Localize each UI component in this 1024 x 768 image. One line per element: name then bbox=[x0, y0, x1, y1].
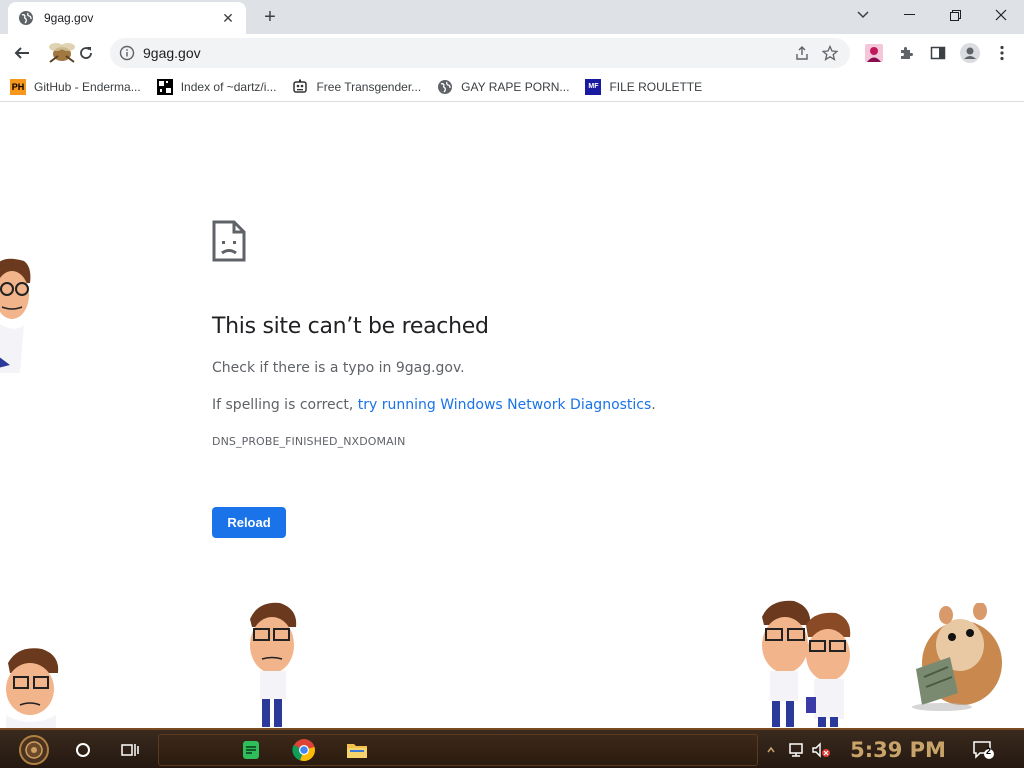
bookmarks-bar: PH GitHub - Enderma... Index of ~dartz/i… bbox=[0, 72, 1024, 102]
menu-button[interactable] bbox=[988, 39, 1016, 67]
folder-icon bbox=[347, 744, 367, 758]
start-button[interactable] bbox=[10, 734, 58, 766]
address-bar[interactable]: 9gag.gov bbox=[110, 38, 850, 68]
taskbar: 5:39 PM 2 bbox=[0, 728, 1024, 768]
new-tab-button[interactable]: + bbox=[258, 6, 282, 28]
cartoon-characters-pair-sticker bbox=[762, 600, 851, 727]
extensions-button[interactable] bbox=[892, 39, 920, 67]
network-icon bbox=[789, 743, 803, 757]
refresh-icon bbox=[80, 47, 92, 59]
share-button[interactable] bbox=[788, 39, 816, 67]
reload-page-button[interactable]: Reload bbox=[212, 507, 286, 538]
action-center-button[interactable]: 2 bbox=[968, 734, 998, 766]
bookmark-label: Free Transgender... bbox=[316, 79, 422, 94]
task-view-button[interactable] bbox=[116, 734, 144, 766]
error-code: DNS_PROBE_FINISHED_NXDOMAIN bbox=[212, 435, 406, 448]
hamster-sticker bbox=[912, 603, 1002, 711]
extension-avatar-button[interactable] bbox=[860, 39, 888, 67]
share-icon bbox=[796, 46, 808, 60]
bookmark-label: GitHub - Enderma... bbox=[34, 79, 141, 94]
diagnostics-suffix: . bbox=[651, 397, 656, 413]
diagnostics-prefix: If spelling is correct, bbox=[212, 397, 358, 413]
pink-avatar-icon bbox=[865, 44, 883, 62]
minimize-button[interactable] bbox=[886, 0, 932, 30]
cortana-circle-icon bbox=[76, 743, 90, 757]
grid-icon bbox=[156, 78, 173, 95]
profile-icon bbox=[960, 43, 980, 63]
error-diagnostics-hint: If spelling is correct, try running Wind… bbox=[212, 397, 812, 413]
bookmark-item[interactable]: Index of ~dartz/i... bbox=[156, 78, 277, 95]
error-typo-hint: Check if there is a typo in 9gag.gov. bbox=[212, 360, 465, 376]
chrome-icon bbox=[292, 739, 315, 762]
network-button[interactable] bbox=[786, 734, 808, 766]
kebab-menu-icon bbox=[1000, 45, 1004, 61]
globe-icon bbox=[438, 79, 453, 94]
diagnostics-link[interactable]: try running Windows Network Diagnostics bbox=[358, 397, 652, 413]
tab-title: 9gag.gov bbox=[44, 11, 94, 25]
restore-icon bbox=[949, 9, 961, 21]
browser-toolbar: 9gag.gov bbox=[0, 34, 1024, 72]
bookmark-item[interactable]: GAY RAPE PORN... bbox=[437, 79, 569, 95]
tab-strip: 9gag.gov ✕ + bbox=[0, 0, 1024, 34]
tab-close-icon[interactable]: ✕ bbox=[220, 10, 236, 26]
cartoon-character-sticker bbox=[250, 602, 297, 727]
cartoon-character-sticker bbox=[6, 648, 59, 728]
chevron-up-icon bbox=[767, 746, 775, 753]
pornhub-icon: PH bbox=[10, 78, 26, 95]
error-page: This site can’t be reached Check if ther… bbox=[212, 220, 812, 448]
profile-button[interactable] bbox=[956, 39, 984, 67]
side-panel-icon bbox=[930, 46, 946, 60]
puzzle-icon bbox=[901, 47, 913, 59]
sad-file-icon bbox=[212, 220, 246, 262]
file-explorer-taskbar-button[interactable] bbox=[342, 734, 372, 766]
bookmark-item[interactable]: Free Transgender... bbox=[292, 79, 421, 95]
bookmark-item[interactable]: MF FILE ROULETTE bbox=[585, 78, 703, 95]
green-notes-icon bbox=[243, 741, 259, 759]
bookmark-label: Index of ~dartz/i... bbox=[180, 79, 277, 94]
cartoon-character-sticker bbox=[0, 258, 31, 373]
search-button[interactable] bbox=[70, 734, 96, 766]
page-content: This site can’t be reached Check if ther… bbox=[0, 103, 1024, 728]
bookmark-item[interactable]: PH GitHub - Enderma... bbox=[10, 78, 141, 95]
restore-button[interactable] bbox=[932, 0, 978, 30]
taskbar-clock[interactable]: 5:39 PM bbox=[848, 734, 948, 766]
close-icon bbox=[995, 9, 1007, 21]
error-title: This site can’t be reached bbox=[212, 314, 489, 339]
show-hidden-icons-button[interactable] bbox=[764, 734, 778, 766]
chevron-down-icon bbox=[857, 11, 869, 19]
tab-search-button[interactable] bbox=[840, 0, 886, 30]
tab-active[interactable]: 9gag.gov ✕ bbox=[8, 2, 246, 34]
bookmark-label: GAY RAPE PORN... bbox=[461, 79, 570, 94]
chrome-taskbar-button[interactable] bbox=[288, 734, 320, 766]
robot-icon bbox=[293, 79, 308, 93]
bookmark-star-button[interactable] bbox=[816, 39, 844, 67]
url-text[interactable]: 9gag.gov bbox=[143, 45, 788, 61]
file-roulette-icon: MF bbox=[585, 78, 602, 95]
star-icon bbox=[822, 45, 838, 61]
bookmark-label: FILE ROULETTE bbox=[609, 79, 703, 94]
task-view-icon bbox=[121, 744, 139, 756]
arrow-left-icon bbox=[14, 47, 29, 59]
info-icon[interactable] bbox=[119, 45, 135, 61]
globe-icon bbox=[19, 11, 33, 25]
back-button[interactable] bbox=[8, 39, 36, 67]
side-panel-button[interactable] bbox=[924, 39, 952, 67]
volume-button[interactable] bbox=[810, 734, 832, 766]
volume-muted-icon bbox=[812, 742, 830, 758]
close-window-button[interactable] bbox=[978, 0, 1024, 30]
notification-count: 2 bbox=[986, 746, 992, 756]
steampunk-start-icon bbox=[19, 735, 49, 765]
spotify-notes-taskbar-button[interactable] bbox=[236, 734, 266, 766]
reload-button[interactable] bbox=[72, 39, 100, 67]
minimize-icon bbox=[903, 14, 915, 15]
